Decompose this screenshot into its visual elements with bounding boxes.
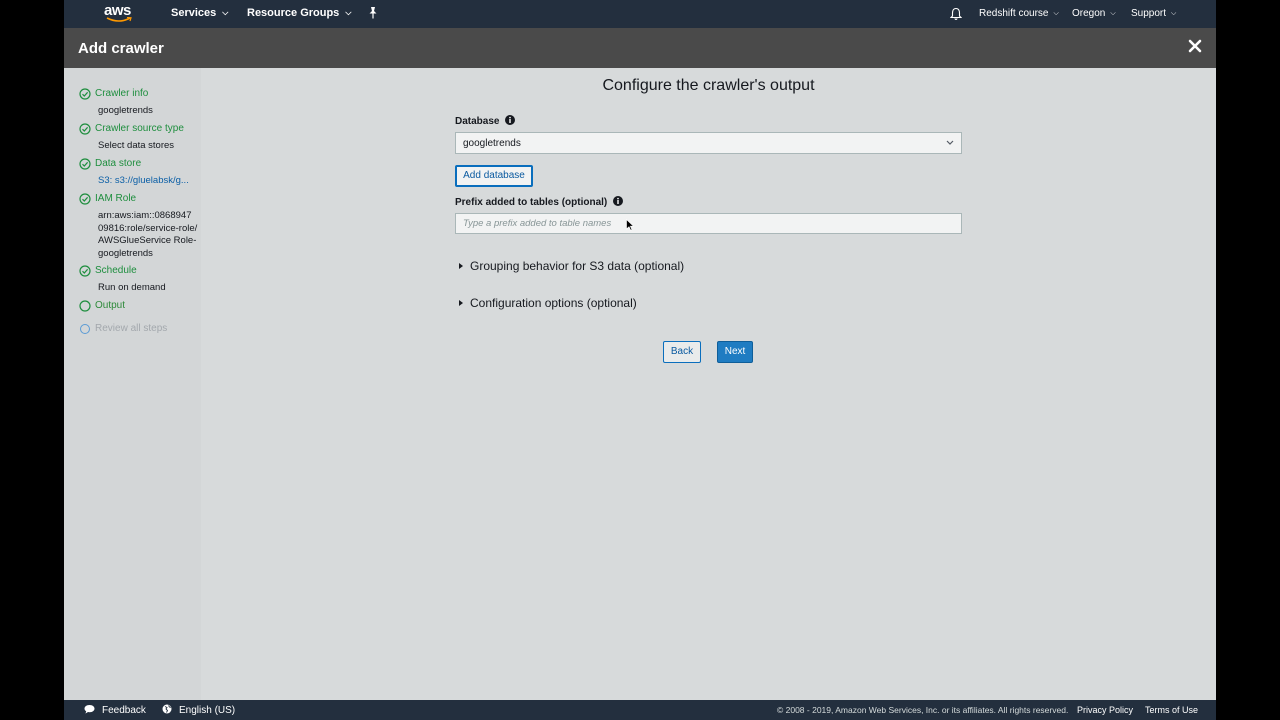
globe-icon	[162, 704, 172, 714]
chevron-down-icon: ⌵	[1053, 10, 1059, 17]
feedback-label: Feedback	[102, 705, 146, 716]
mouse-pointer-icon	[626, 219, 634, 231]
data-store-link[interactable]: S3: s3://gluelabsk/g...	[98, 175, 198, 188]
step-label: Schedule	[95, 265, 137, 276]
resource-groups-label: Resource Groups	[247, 7, 340, 19]
step-label: IAM Role	[95, 193, 137, 204]
wizard-steps-sidebar: Crawler info googletrends Crawler source…	[64, 68, 201, 700]
prefix-label-text: Prefix added to tables (optional)	[455, 197, 608, 208]
empty-circle-icon	[80, 324, 90, 334]
wizard-header: Add crawler	[64, 28, 1216, 68]
step-label: Data store	[95, 158, 142, 169]
check-circle-icon	[79, 158, 91, 170]
terms-of-use-link[interactable]: Terms of Use	[1145, 705, 1198, 715]
grouping-behavior-expander[interactable]: Grouping behavior for S3 data (optional)	[459, 259, 684, 273]
check-circle-icon	[79, 193, 91, 205]
configuration-options-expander[interactable]: Configuration options (optional)	[459, 296, 637, 310]
copyright-text: © 2008 - 2019, Amazon Web Services, Inc.…	[777, 705, 1069, 715]
check-circle-icon	[79, 265, 91, 277]
chevron-down-icon: ⌵	[1110, 10, 1116, 17]
step-detail: googletrends	[98, 105, 153, 116]
step-label: Crawler info	[95, 88, 149, 99]
grouping-behavior-label: Grouping behavior for S3 data (optional)	[470, 259, 685, 273]
check-circle-icon	[79, 88, 91, 100]
close-icon[interactable]	[1188, 39, 1202, 53]
step-label: Crawler source type	[95, 123, 184, 134]
caret-right-icon	[459, 300, 463, 306]
language-label: English (US)	[179, 705, 236, 716]
step-detail: Select data stores	[98, 140, 175, 151]
console-footer: Feedback English (US) © 2008 - 2019, Ama…	[64, 700, 1216, 720]
database-select-value: googletrends	[463, 138, 521, 149]
configuration-options-label: Configuration options (optional)	[470, 296, 637, 310]
pin-icon[interactable]	[368, 6, 378, 20]
database-field-label: Database	[455, 115, 516, 127]
feedback-link[interactable]: Feedback	[84, 704, 146, 716]
database-select[interactable]: googletrends	[455, 132, 962, 154]
step-detail: arn:aws:iam::0868947 09816:role/service-…	[98, 210, 198, 259]
top-nav-bar: aws Services ⌵ Resource Groups ⌵ Redshift …	[64, 0, 1216, 28]
info-icon[interactable]	[505, 115, 516, 125]
aws-logo[interactable]: aws	[104, 2, 134, 24]
services-label: Services	[171, 7, 217, 19]
step-label: Output	[95, 300, 126, 311]
info-icon[interactable]	[613, 196, 624, 206]
chevron-down-icon: ⌵	[1171, 10, 1177, 17]
step-label: Review all steps	[95, 323, 168, 334]
step-detail: Run on demand	[98, 282, 166, 293]
chevron-down-icon: ⌵	[222, 8, 229, 17]
speech-bubble-icon	[84, 705, 95, 714]
caret-right-icon	[459, 263, 463, 269]
next-button[interactable]: Next	[717, 341, 753, 363]
empty-circle-icon	[79, 300, 91, 312]
privacy-policy-link[interactable]: Privacy Policy	[1077, 705, 1133, 715]
table-prefix-placeholder: Type a prefix added to table names	[463, 218, 612, 229]
support-label: Support	[1131, 8, 1167, 19]
prefix-field-label: Prefix added to tables (optional)	[455, 196, 624, 208]
region-menu[interactable]: Oregon ⌵	[1072, 8, 1116, 19]
section-heading: Configure the crawler's output	[602, 77, 815, 94]
main-content: Configure the crawler's output Database …	[201, 68, 1216, 700]
resource-groups-menu[interactable]: Resource Groups ⌵	[247, 7, 351, 19]
check-circle-icon	[79, 123, 91, 135]
chevron-down-icon	[946, 140, 954, 145]
page-title: Add crawler	[78, 40, 164, 57]
chevron-down-icon: ⌵	[345, 8, 352, 17]
services-menu[interactable]: Services ⌵	[171, 7, 228, 19]
support-menu[interactable]: Support ⌵	[1131, 8, 1176, 19]
database-label-text: Database	[455, 116, 500, 127]
account-menu[interactable]: Redshift course ⌵	[979, 8, 1059, 19]
add-database-button[interactable]: Add database	[455, 165, 533, 187]
bell-icon[interactable]	[950, 7, 962, 21]
table-prefix-input[interactable]: Type a prefix added to table names	[455, 213, 962, 234]
account-label: Redshift course	[979, 8, 1049, 19]
language-selector[interactable]: English (US)	[162, 704, 235, 716]
aws-smile-icon	[106, 17, 132, 22]
region-label: Oregon	[1072, 8, 1106, 19]
back-button[interactable]: Back	[663, 341, 701, 363]
